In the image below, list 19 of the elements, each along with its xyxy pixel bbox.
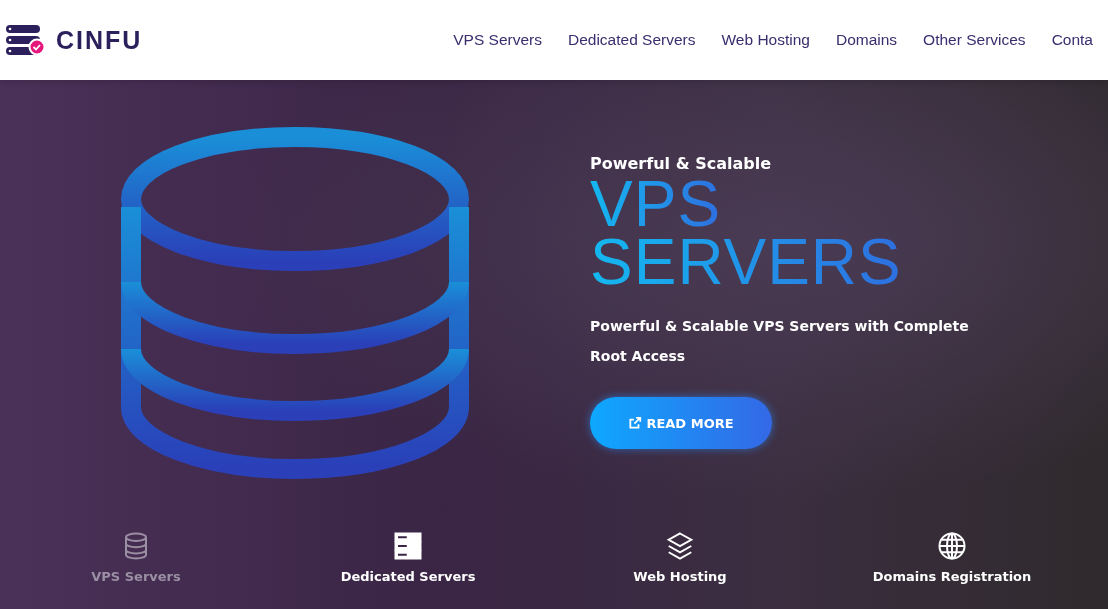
nav-link[interactable]: Domains	[822, 31, 911, 49]
feature-tab[interactable]: Web Hosting	[629, 526, 731, 588]
feature-tab[interactable]: Dedicated Servers	[336, 526, 480, 588]
feature-tab[interactable]: Domains Registration	[868, 526, 1036, 588]
logo-icon	[6, 25, 46, 55]
server-rack-icon	[393, 530, 423, 561]
nav-link[interactable]: VPS Servers	[440, 31, 555, 49]
globe-icon	[937, 530, 967, 561]
layers-icon	[665, 530, 695, 561]
nav-link[interactable]: Web Hosting	[708, 31, 823, 49]
hero-eyebrow: Powerful & Scalable	[590, 154, 772, 173]
hero-description: Powerful & Scalable VPS Servers with Complete Root Access	[590, 317, 970, 366]
read-more-button[interactable]: READ MORE	[590, 397, 772, 449]
external-link-icon	[628, 416, 643, 430]
nav-link[interactable]: Other Services	[910, 31, 1039, 49]
logo-text: CINFU	[56, 25, 143, 55]
nav-link[interactable]: Dedicated Servers	[554, 31, 709, 49]
nav-link[interactable]: Conta	[1038, 31, 1106, 49]
feature-tab[interactable]: VPS Servers	[87, 526, 185, 588]
